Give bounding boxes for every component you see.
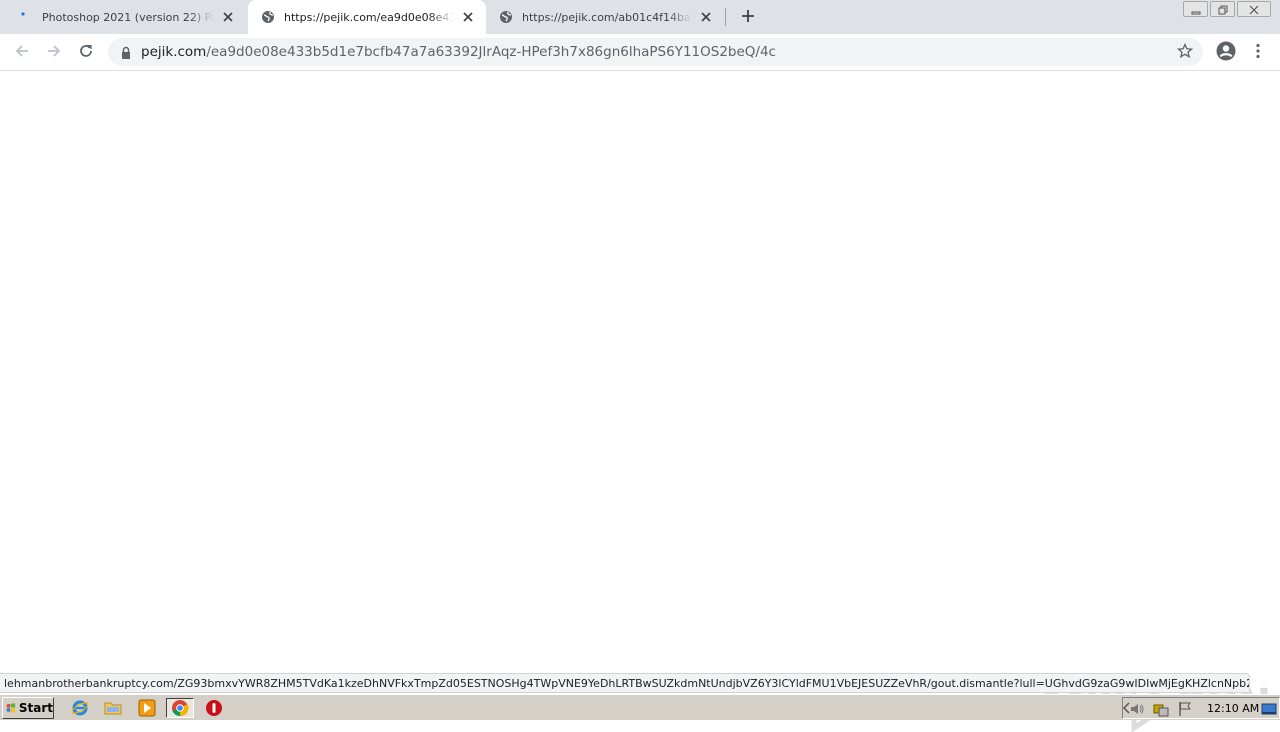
- file-explorer-icon[interactable]: [103, 698, 123, 718]
- tab-title: https://pejik.com/ea9d0e08e433b5d1e7bcfb…: [284, 10, 454, 24]
- lock-icon[interactable]: [120, 45, 132, 59]
- chrome-icon[interactable]: [166, 698, 194, 718]
- media-player-icon[interactable]: [137, 698, 157, 718]
- volume-icon[interactable]: [1129, 701, 1145, 717]
- link-status-bubble: lehmanbrotherbankruptcy.com/ZG93bmxvYWR8…: [0, 673, 1250, 693]
- clock[interactable]: 12:10 AM: [1207, 702, 1259, 715]
- close-icon[interactable]: [220, 9, 236, 25]
- profile-button[interactable]: [1214, 41, 1238, 65]
- system-tray: 12:10 AM: [1122, 697, 1280, 719]
- url-text[interactable]: pejik.com/ea9d0e08e433b5d1e7bcfb47a7a633…: [141, 44, 776, 60]
- restore-button[interactable]: [1210, 1, 1235, 17]
- tab-strip: Photoshop 2021 (version 22) Patch — http…: [0, 0, 1280, 34]
- minimize-icon: [1191, 0, 1201, 19]
- opera-icon[interactable]: [204, 698, 224, 718]
- start-label: Start: [18, 701, 53, 715]
- address-bar[interactable]: pejik.com/ea9d0e08e433b5d1e7bcfb47a7a633…: [108, 38, 1203, 66]
- arrow-left-icon: [14, 43, 30, 63]
- browser-toolbar: pejik.com/ea9d0e08e433b5d1e7bcfb47a7a633…: [0, 34, 1280, 71]
- restore-icon: [1218, 0, 1228, 19]
- tab-title: Photoshop 2021 (version 22) Patch —: [42, 10, 214, 24]
- page-content: ANY RUN: [0, 72, 1280, 732]
- close-icon: [1249, 0, 1259, 19]
- window-controls: [1181, 1, 1271, 17]
- kebab-menu-icon: [1256, 43, 1260, 63]
- account-circle-icon: [1216, 41, 1236, 65]
- star-icon[interactable]: [1176, 42, 1195, 61]
- back-button[interactable]: [10, 41, 34, 65]
- action-center-flag-icon[interactable]: [1177, 701, 1193, 717]
- show-desktop-icon[interactable]: [1261, 701, 1277, 717]
- close-icon[interactable]: [698, 9, 714, 25]
- reload-button[interactable]: [74, 41, 98, 65]
- arrow-right-icon: [46, 43, 62, 63]
- close-icon[interactable]: [460, 9, 476, 25]
- network-icon[interactable]: [1153, 701, 1169, 717]
- tab-pejik-active[interactable]: https://pejik.com/ea9d0e08e433b5d1e7bcfb…: [248, 0, 486, 34]
- forward-button[interactable]: [42, 41, 66, 65]
- new-tab-button[interactable]: [737, 6, 759, 28]
- internet-explorer-icon[interactable]: [70, 698, 90, 718]
- globe-icon: [498, 9, 514, 25]
- window-close-button[interactable]: [1237, 1, 1271, 17]
- spinner-icon: [18, 9, 34, 25]
- tab-title: https://pejik.com/ab01c4f14ba552d4: [522, 10, 692, 24]
- plus-icon: [741, 8, 755, 27]
- minimize-button[interactable]: [1183, 1, 1208, 17]
- reload-icon: [78, 43, 94, 63]
- tab-photoshop[interactable]: Photoshop 2021 (version 22) Patch —: [6, 0, 246, 34]
- globe-icon: [260, 9, 276, 25]
- start-button[interactable]: Start: [2, 697, 54, 719]
- tab-divider: [725, 8, 726, 26]
- url-path: /ea9d0e08e433b5d1e7bcfb47a7a63392JlrAqz-…: [206, 44, 776, 60]
- windows-logo-icon: [6, 703, 16, 713]
- url-host: pejik.com: [141, 44, 207, 60]
- windows-taskbar: Start 12:10 AM: [0, 694, 1280, 720]
- browser-menu-button[interactable]: [1246, 41, 1270, 65]
- tab-pejik-second[interactable]: https://pejik.com/ab01c4f14ba552d4: [486, 0, 724, 34]
